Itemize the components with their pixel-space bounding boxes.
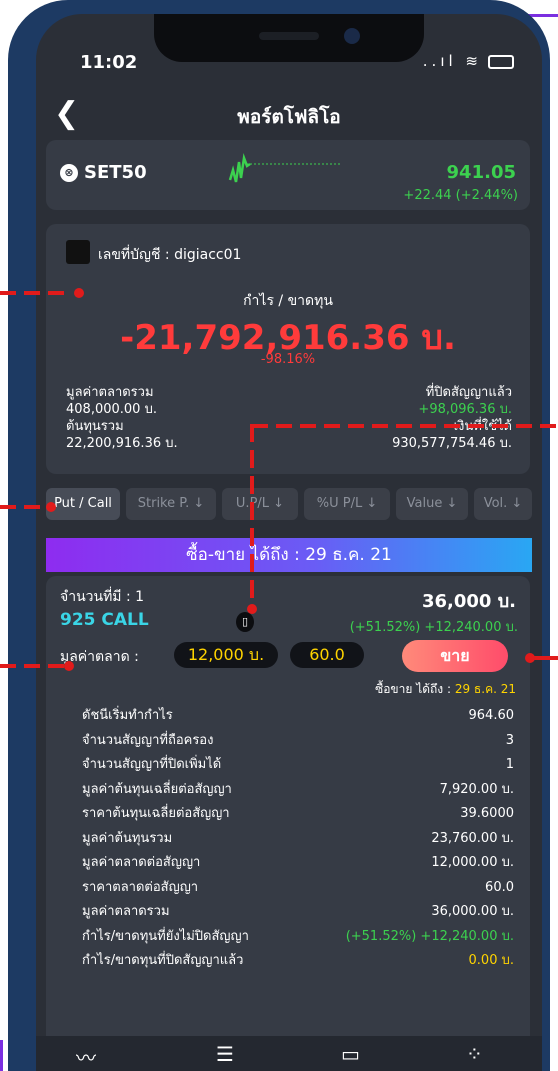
tab-pct-unrealized-pl[interactable]: %U P/L ↓ xyxy=(304,488,390,520)
account-number: เลขที่บัญชี : digiacc01 xyxy=(98,247,242,263)
account-logo-icon xyxy=(66,240,90,264)
detail-value: 60.0 xyxy=(485,879,514,895)
detail-row: ราคาตลาดต่อสัญญา 60.0 xyxy=(82,876,514,901)
position-quantity: จำนวนที่มี : 1 xyxy=(60,589,145,605)
index-name: SET50 xyxy=(84,162,147,183)
notch xyxy=(154,14,424,62)
detail-label: ราคาตลาดต่อสัญญา xyxy=(82,879,199,895)
detail-label: ดัชนีเริ่มทำกำไร xyxy=(82,708,173,723)
closed-label: ที่ปิดสัญญาแล้ว xyxy=(425,385,512,400)
position-symbol: 925 CALL xyxy=(60,610,149,630)
status-icons: ..ıl ≋ xyxy=(423,52,514,70)
detail-value: 36,000.00 บ. xyxy=(431,904,514,919)
detail-value: (+51.52%) +12,240.00 บ. xyxy=(345,928,514,944)
detail-label: กำไร/ขาดทุนที่ยังไม่ปิดสัญญา xyxy=(82,928,249,944)
detail-value: 3 xyxy=(505,732,514,748)
detail-row: มูลค่าตลาดรวม 36,000.00 บ. xyxy=(82,900,514,925)
callout-line-account xyxy=(0,291,72,295)
index-change: +22.44 (+2.44%) xyxy=(403,188,518,203)
tab-strike-price[interactable]: Strike P. ↓ xyxy=(126,488,216,520)
trade-deadline-banner: ซื้อ-ขาย ได้ถึง : 29 ธ.ค. 21 xyxy=(46,538,532,572)
set-logo-icon: ⊗ xyxy=(60,164,78,182)
document-icon[interactable]: ▯ xyxy=(236,612,254,632)
detail-value: 12,000.00 บ. xyxy=(431,855,514,870)
index-sparkline xyxy=(228,153,342,183)
position-amount: 36,000 บ. xyxy=(422,591,516,612)
chart-icon[interactable]: 〰 xyxy=(76,1042,96,1071)
tab-volume[interactable]: Vol. ↓ xyxy=(474,488,532,520)
detail-row: จำนวนสัญญาที่ปิดเพิ่มได้ 1 xyxy=(82,753,514,778)
price-pill: 60.0 xyxy=(290,642,364,668)
tab-unrealized-pl[interactable]: U.P/L ↓ xyxy=(222,488,298,520)
index-card[interactable]: ⊗ SET50 941.05 +22.44 (+2.44%) xyxy=(46,140,530,210)
battery-icon xyxy=(488,54,514,69)
detail-label: มูลค่าต้นทุนเฉลี่ยต่อสัญญา xyxy=(82,781,232,797)
detail-label: จำนวนสัญญาที่ถือครอง xyxy=(82,732,214,748)
detail-row: ราคาต้นทุนเฉลี่ยต่อสัญญา 39.6000 xyxy=(82,802,514,827)
callout-line-doc-v xyxy=(250,424,254,608)
detail-value: 7,920.00 บ. xyxy=(439,781,514,797)
closed-block: ที่ปิดสัญญาแล้ว +98,096.36 บ. เงินที่ใช้… xyxy=(392,384,512,452)
callout-dot-tabs xyxy=(46,502,56,512)
detail-value: 0.00 บ. xyxy=(468,953,514,968)
callout-dot-doc xyxy=(247,604,257,614)
detail-value: 964.60 xyxy=(468,708,515,723)
callout-line-details xyxy=(0,664,68,668)
detail-label: มูลค่าตลาดต่อสัญญา xyxy=(82,855,201,870)
detail-row: มูลค่าต้นทุนรวม 23,760.00 บ. xyxy=(82,827,514,852)
callout-dot-details xyxy=(64,661,74,671)
detail-row: กำไร/ขาดทุนที่ยังไม่ปิดสัญญา (+51.52%) +1… xyxy=(82,925,514,950)
detail-label: ราคาต้นทุนเฉลี่ยต่อสัญญา xyxy=(82,806,230,821)
pl-percent: -98.16% xyxy=(260,352,316,367)
detail-row: จำนวนสัญญาที่ถือครอง 3 xyxy=(82,729,514,754)
sell-button[interactable]: ขาย xyxy=(402,640,508,672)
app-screen: 11:02 ..ıl ≋ ❮ พอร์ตโฟลิโอ ⊗ SET50 941.0… xyxy=(36,14,542,1071)
page-title: พอร์ตโฟลิโอ xyxy=(237,106,341,128)
market-value: 408,000.00 บ. xyxy=(66,402,157,417)
account-card: เลขที่บัญชี : digiacc01 กำไร / ขาดทุน -2… xyxy=(46,224,530,474)
market-value-pill: 12,000 บ. xyxy=(174,642,278,668)
deadline-date: 29 ธ.ค. 21 xyxy=(454,682,516,696)
market-value-block: มูลค่าตลาดรวม 408,000.00 บ. ต้นทุนรวม 22… xyxy=(66,384,178,452)
detail-row: มูลค่าตลาดต่อสัญญา 12,000.00 บ. xyxy=(82,851,514,876)
deadline-label: ซื้อขาย ได้ถึง : xyxy=(375,682,452,696)
position-pl: (+51.52%) +12,240.00 บ. xyxy=(349,620,518,635)
callout-dot-sell xyxy=(525,653,535,663)
dots-icon[interactable]: ⁘ xyxy=(466,1042,483,1066)
callout-dot-account xyxy=(74,288,84,298)
detail-value: 39.6000 xyxy=(460,806,514,821)
cash-value: 930,577,754.46 บ. xyxy=(392,436,512,451)
deadline: ซื้อขาย ได้ถึง : 29 ธ.ค. 21 xyxy=(375,680,516,699)
pl-title: กำไร / ขาดทุน xyxy=(243,293,333,309)
position-details: ดัชนีเริ่มทำกำไร 964.60 จำนวนสัญญาที่ถือค… xyxy=(82,704,514,974)
sort-tabs: Put / Call Strike P. ↓ U.P/L ↓ %U P/L ↓ … xyxy=(46,488,532,520)
cost-value: 22,200,916.36 บ. xyxy=(66,436,178,451)
detail-row: ดัชนีเริ่มทำกำไร 964.60 xyxy=(82,704,514,729)
menu-icon[interactable]: ☰ xyxy=(216,1042,234,1066)
callout-line-tabs xyxy=(0,505,48,509)
tab-put-call[interactable]: Put / Call xyxy=(46,488,120,520)
cost-label: ต้นทุนรวม xyxy=(66,419,124,434)
detail-label: จำนวนสัญญาที่ปิดเพิ่มได้ xyxy=(82,757,222,772)
folder-icon[interactable]: ▭ xyxy=(341,1042,360,1066)
closed-value: +98,096.36 บ. xyxy=(418,402,512,417)
detail-value: 1 xyxy=(505,757,514,772)
detail-row: มูลค่าต้นทุนเฉลี่ยต่อสัญญา 7,920.00 บ. xyxy=(82,778,514,803)
detail-value: 23,760.00 บ. xyxy=(431,830,514,846)
position-card[interactable]: จำนวนที่มี : 1 36,000 บ. 925 CALL ▯ (+51… xyxy=(46,576,530,1056)
detail-row: กำไร/ขาดทุนที่ปิดสัญญาแล้ว 0.00 บ. xyxy=(82,949,514,974)
bottom-nav: 〰 ☰ ▭ ⁘ xyxy=(36,1036,542,1071)
index-value: 941.05 xyxy=(446,162,516,183)
signal-wifi-icon: ..ıl ≋ xyxy=(422,52,482,70)
detail-label: มูลค่าตลาดรวม xyxy=(82,904,170,919)
status-time: 11:02 xyxy=(80,52,138,73)
callout-line-doc-h xyxy=(252,424,558,428)
market-value-label: มูลค่าตลาดรวม xyxy=(66,385,154,400)
frame-line-left xyxy=(0,1040,3,1071)
detail-label: กำไร/ขาดทุนที่ปิดสัญญาแล้ว xyxy=(82,953,244,968)
tab-value[interactable]: Value ↓ xyxy=(396,488,468,520)
detail-label: มูลค่าต้นทุนรวม xyxy=(82,830,173,846)
